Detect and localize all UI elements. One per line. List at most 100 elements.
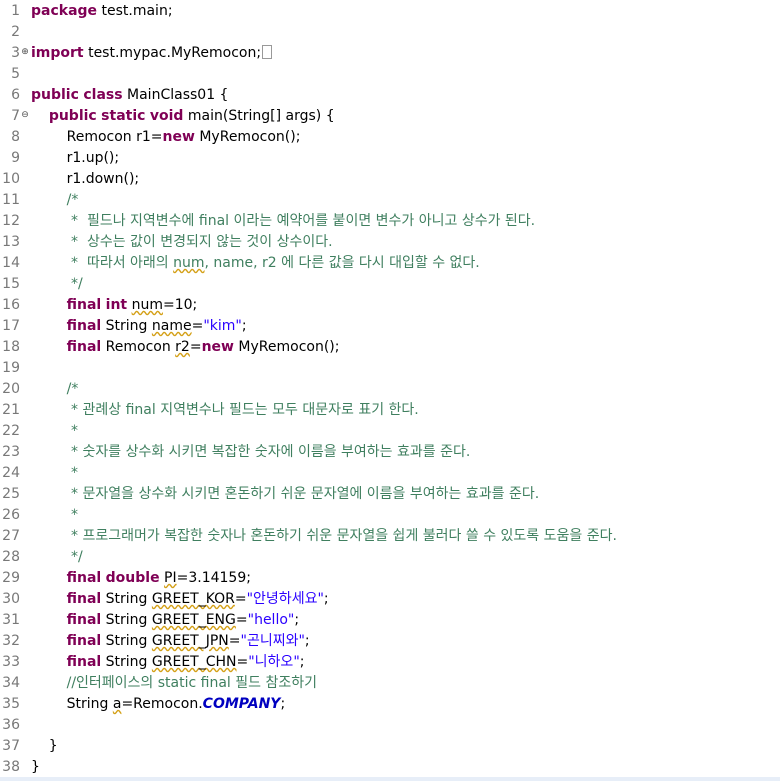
collapse-fold-icon[interactable]: ⊖ <box>20 106 30 127</box>
code-text: Remocon r1=new MyRemocon(); <box>31 127 301 148</box>
code-line[interactable]: 32 final String GREET_JPN="곤니찌와"; <box>0 631 780 652</box>
code-token: double <box>105 570 160 586</box>
code-line[interactable]: 36 <box>0 715 780 736</box>
code-line[interactable]: 6 public class MainClass01 { <box>0 85 780 106</box>
code-token: r1.up(); <box>31 150 120 166</box>
code-token: r2 <box>175 339 190 355</box>
code-line[interactable]: 8 Remocon r1=new MyRemocon(); <box>0 127 780 148</box>
code-token: static <box>101 108 146 124</box>
line-number: 31 <box>2 612 20 628</box>
code-line[interactable]: 3 ⊕ import test.mypac.MyRemocon; <box>0 43 780 64</box>
code-token: import <box>31 45 84 61</box>
code-line[interactable]: 25 * 문자열을 상수화 시키면 혼돈하기 쉬운 문자열에 이름을 부여하는 … <box>0 484 780 505</box>
code-line[interactable]: 26 * <box>0 505 780 526</box>
expand-fold-icon[interactable]: ⊕ <box>20 43 30 64</box>
code-token: = <box>234 591 247 607</box>
code-line[interactable]: 22 * <box>0 421 780 442</box>
code-token: final <box>66 591 102 607</box>
code-token: final <box>66 654 102 670</box>
code-token: "kim" <box>203 318 242 334</box>
code-line[interactable]: 18 final Remocon r2=new MyRemocon(); <box>0 337 780 358</box>
code-token: final <box>66 633 102 649</box>
code-text: public static void main(String[] args) { <box>31 106 335 127</box>
code-line[interactable]: 10 r1.down(); <box>0 169 780 190</box>
code-line[interactable]: 7 ⊖ public static void main(String[] args… <box>0 106 780 127</box>
code-token: main(String[] args) { <box>183 108 335 124</box>
code-line[interactable]: 11 /* <box>0 190 780 211</box>
code-text: * 문자열을 상수화 시키면 혼돈하기 쉬운 문자열에 이름을 부여하는 효과를… <box>31 484 539 505</box>
code-line[interactable]: 2 <box>0 22 780 43</box>
code-line[interactable]: 23 * 숫자를 상수화 시키면 복잡한 숫자에 이름을 부여하는 효과를 준다… <box>0 442 780 463</box>
code-token: r1.down(); <box>31 171 140 187</box>
code-line[interactable]: 13 * 상수는 값이 변경되지 않는 것이 상수이다. <box>0 232 780 253</box>
code-token: String <box>101 633 152 649</box>
code-token: GREET_KOR <box>151 591 235 607</box>
code-token: = <box>228 633 241 649</box>
code-line[interactable]: 38} <box>0 757 780 778</box>
code-line[interactable]: 35 String a=Remocon.COMPANY; <box>0 694 780 715</box>
line-number: 29 <box>2 570 20 586</box>
code-line[interactable]: 37 } <box>0 736 780 757</box>
code-text: * 따라서 아래의 num, name, r2 에 다른 값을 다시 대입할 수… <box>31 253 480 274</box>
code-line[interactable]: 16 final int num=10; <box>0 295 780 316</box>
code-token: ; <box>280 696 286 712</box>
code-text: //인터페이스의 static final 필드 참조하기 <box>31 673 317 694</box>
code-token: new <box>162 129 195 145</box>
code-token: GREET_JPN <box>151 633 229 649</box>
line-number: 20 <box>2 381 20 397</box>
code-line[interactable]: 31 final String GREET_ENG="hello"; <box>0 610 780 631</box>
code-token: //인터페이스의 static final 필드 참조하기 <box>31 675 317 691</box>
line-number: 15 <box>2 276 20 292</box>
code-text: String a=Remocon.COMPANY; <box>31 694 286 715</box>
code-token: "hello" <box>247 612 295 628</box>
code-editor[interactable]: 1 package test.main; 2 3 ⊕ import test.mypac.… <box>0 0 780 781</box>
line-number: 9 <box>11 150 20 166</box>
code-line[interactable]: 29 final double PI=3.14159; <box>0 568 780 589</box>
code-line[interactable]: 1 package test.main; <box>0 1 780 22</box>
code-line[interactable]: 19 <box>0 358 780 379</box>
code-token: ; <box>294 612 300 628</box>
code-token: "안녕하세요" <box>246 591 324 607</box>
code-token: "곤니찌와" <box>240 633 305 649</box>
line-number: 21 <box>2 402 20 418</box>
code-line[interactable]: 17 final String name="kim"; <box>0 316 780 337</box>
code-text: final String GREET_CHN="니하오"; <box>31 652 305 673</box>
code-token: MainClass01 { <box>122 87 229 103</box>
code-line[interactable]: 15 */ <box>0 274 780 295</box>
line-number: 27 <box>2 528 20 544</box>
code-text: * <box>31 463 78 484</box>
code-line[interactable]: 21 * 관례상 final 지역변수나 필드는 모두 대문자로 표기 한다. <box>0 400 780 421</box>
line-number: 22 <box>2 423 20 439</box>
code-text: public class MainClass01 { <box>31 85 228 106</box>
code-token: = <box>191 318 204 334</box>
code-line[interactable]: 34 //인터페이스의 static final 필드 참조하기 <box>0 673 780 694</box>
code-line[interactable]: 14 * 따라서 아래의 num, name, r2 에 다른 값을 다시 대입… <box>0 253 780 274</box>
code-token: * 상수는 값이 변경되지 않는 것이 상수이다. <box>31 234 333 250</box>
code-line[interactable]: 27 * 프로그래머가 복잡한 숫자나 혼돈하기 쉬운 문자열을 쉽게 불러다 … <box>0 526 780 547</box>
code-line[interactable]: 9 r1.up(); <box>0 148 780 169</box>
code-token: * <box>31 465 79 481</box>
line-number: 3 <box>11 45 20 61</box>
code-text: final int num=10; <box>31 295 198 316</box>
code-line[interactable]: 5 <box>0 64 780 85</box>
folded-imports-icon[interactable] <box>262 45 273 59</box>
code-line[interactable]: 12 * 필드나 지역변수에 final 이라는 예약어를 붙이면 변수가 아니… <box>0 211 780 232</box>
line-number: 11 <box>2 192 20 208</box>
code-line[interactable]: 33 final String GREET_CHN="니하오"; <box>0 652 780 673</box>
code-line[interactable]: 30 final String GREET_KOR="안녕하세요"; <box>0 589 780 610</box>
code-text: final String GREET_KOR="안녕하세요"; <box>31 589 329 610</box>
line-number: 13 <box>2 234 20 250</box>
code-line[interactable]: 24 * <box>0 463 780 484</box>
code-text: final Remocon r2=new MyRemocon(); <box>31 337 340 358</box>
code-token: num <box>173 255 205 271</box>
code-line[interactable]: 20 /* <box>0 379 780 400</box>
code-token: GREET_ENG <box>151 612 236 628</box>
code-line[interactable]: 28 */ <box>0 547 780 568</box>
code-token: final <box>66 297 102 313</box>
editor-bottom-edge <box>0 777 780 781</box>
code-token: = <box>235 612 248 628</box>
